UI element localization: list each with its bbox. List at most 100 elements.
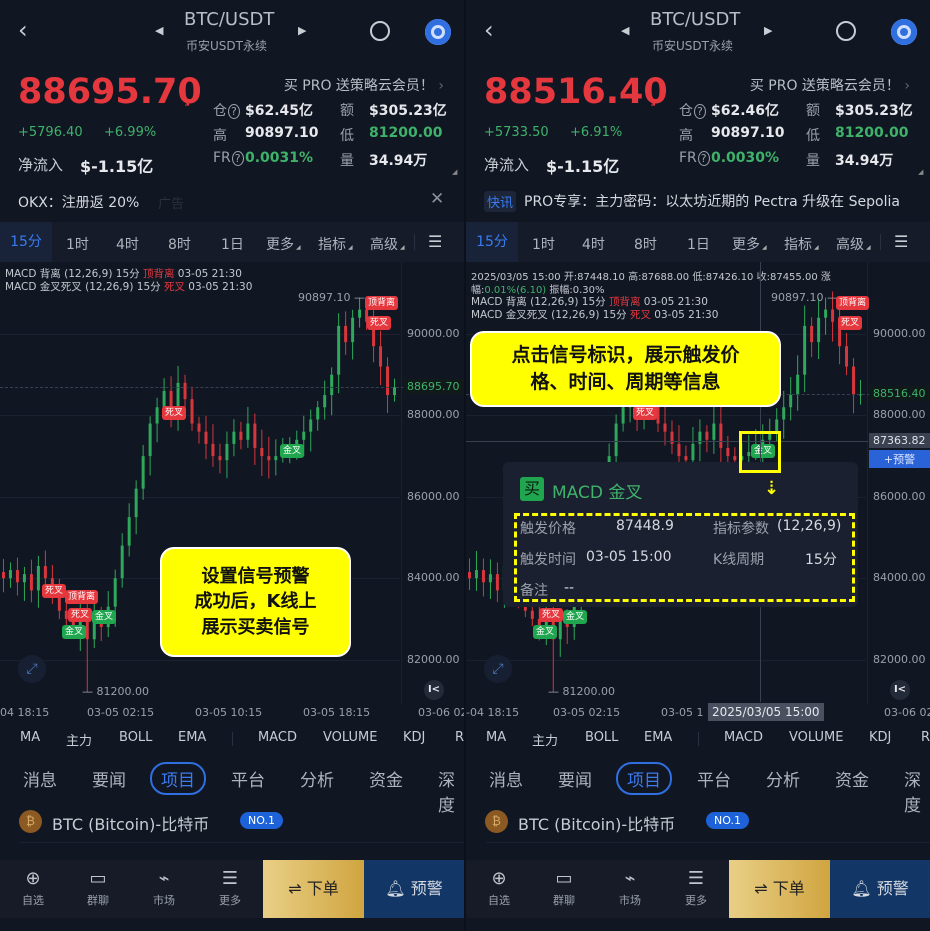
chevron-right-icon: › [433,78,444,94]
news-tab[interactable]: 项目 [150,762,206,795]
buy-signal-marker[interactable]: 金叉 [533,625,558,639]
indicator-tab[interactable]: MA [20,730,40,745]
news-tab[interactable]: 要闻 [92,766,126,791]
scroll-to-latest-icon[interactable]: I< [890,680,910,700]
price-axis-divider [867,262,868,704]
news-tab[interactable]: 分析 [766,766,800,791]
x-tick-label: 03-06 02: [884,706,930,719]
sell-signal-marker[interactable]: 顶背离 [65,590,99,604]
assistant-avatar[interactable] [425,19,451,45]
assistant-avatar[interactable] [891,19,917,45]
news-tab[interactable]: 深度 [904,766,930,816]
last-price-line [0,387,464,388]
nav-item[interactable]: ▭ 群聊 [544,868,584,908]
alert-button[interactable]: 🔔︎ 预警 [364,860,464,918]
indicator-tab[interactable]: BOLL [119,730,152,745]
place-order-button[interactable]: ⇌ 下单 [729,860,830,918]
scroll-to-latest-icon[interactable]: I< [424,680,444,700]
coin-name[interactable]: BTC (Bitcoin)-比特币 [52,811,209,835]
nav-item[interactable]: ▭ 群聊 [78,868,118,908]
news-tab[interactable]: 项目 [616,762,672,795]
add-alert-button[interactable]: +预警 [869,450,930,468]
indicator-tab[interactable]: 主力 [532,730,558,749]
news-tab[interactable]: 资金 [369,766,403,791]
nav-item[interactable]: ⊕ 自选 [479,868,519,908]
news-tab[interactable]: 消息 [489,766,523,791]
candle-body [148,423,152,457]
plus-circle-icon: ⊕ [491,868,507,889]
candle-body [621,407,625,424]
sell-signal-marker[interactable]: 死叉 [68,608,93,622]
indicator-tab[interactable]: R [921,730,930,745]
coin-name[interactable]: BTC (Bitcoin)-比特币 [518,811,675,835]
news-tab[interactable]: 要闻 [558,766,592,791]
x-tick-label: -04 18:15 [466,706,520,719]
news-tab[interactable]: 分析 [300,766,334,791]
indicator-tab[interactable]: MACD [258,730,297,745]
sell-signal-marker[interactable]: 死叉 [367,316,392,330]
buy-signal-marker[interactable]: 金叉 [563,610,588,624]
nav-item[interactable]: ⊕ 自选 [13,868,53,908]
sell-signal-marker[interactable]: 顶背离 [836,296,870,310]
candle-body [43,565,47,579]
indicator-tab[interactable]: EMA [644,730,672,745]
sell-signal-marker[interactable]: 死叉 [838,316,863,330]
crosshair-time-label: 2025/03/05 15:00 [708,703,824,721]
candle-body [467,572,471,579]
buy-signal-marker[interactable]: 金叉 [280,444,305,458]
y-tick-label: 90000.00 [873,327,926,340]
news-tab[interactable]: 消息 [23,766,57,791]
indicator-tab[interactable]: KDJ [403,730,425,745]
annotation-callout: 点击信号标识，展示触发价 格、时间、周期等信息 [470,331,781,407]
divider [232,732,233,746]
indicator-tab[interactable]: VOLUME [789,730,843,745]
candle-body [8,570,12,579]
news-tab[interactable]: 深度 [438,766,464,816]
low-price-marker: — 81200.00 [82,685,149,698]
sell-signal-marker[interactable]: 死叉 [42,584,67,598]
chart-settings-icon[interactable]: ☰ [894,232,908,251]
sell-signal-marker[interactable]: 顶背离 [365,296,399,310]
close-ad-icon[interactable]: ✕ [430,189,444,209]
sell-signal-marker[interactable]: 死叉 [162,406,187,420]
news-tab[interactable]: 平台 [697,766,731,791]
place-order-button[interactable]: ⇌ 下单 [263,860,364,918]
sell-signal-marker[interactable]: 死叉 [539,608,564,622]
indicator-tab[interactable]: EMA [178,730,206,745]
buy-badge: 买 [520,477,544,501]
nav-item[interactable]: ☰ 更多 [210,868,250,908]
sell-signal-marker[interactable]: 死叉 [633,406,658,420]
y-tick-label: 88000.00 [407,408,460,421]
candle-body [824,309,828,318]
fullscreen-icon[interactable]: ⤢ [18,655,46,683]
indicator-tab[interactable]: R [455,730,464,745]
indicator-tab[interactable]: VOLUME [323,730,377,745]
indicator-tab[interactable]: MACD [724,730,763,745]
buy-signal-marker[interactable]: 金叉 [62,625,87,639]
divider [880,234,881,250]
nav-item[interactable]: ☰ 更多 [676,868,716,908]
expand-corner-icon[interactable]: ◢ [452,168,457,176]
indicator-tab[interactable]: MA [486,730,506,745]
news-tab[interactable]: 资金 [835,766,869,791]
nav-item[interactable]: ⌁ 市场 [610,868,650,908]
candle-body [733,456,737,461]
alert-button[interactable]: 🔔︎ 预警 [830,860,930,918]
indicator-tab[interactable]: 主力 [66,730,92,749]
candle-body [274,456,278,461]
indicator-tab[interactable]: BOLL [585,730,618,745]
news-tab[interactable]: 平台 [231,766,265,791]
fullscreen-icon[interactable]: ⤢ [484,655,512,683]
nav-item[interactable]: ⌁ 市场 [144,868,184,908]
candle-body [141,456,145,489]
candle-body [211,443,215,457]
candle-body [705,431,709,440]
candle-body [726,447,730,457]
indicator-tab[interactable]: KDJ [869,730,891,745]
signal-info-line: MACD 金叉死叉 (12,26,9) 15分 死叉 03-05 21:30 [471,309,719,321]
expand-corner-icon[interactable]: ◢ [918,168,923,176]
buy-signal-marker[interactable]: 金叉 [92,610,117,624]
x-tick-label: 03-05 18:15 [303,706,371,719]
chevron-right-icon: › [899,78,910,94]
chart-settings-icon[interactable]: ☰ [428,232,442,251]
